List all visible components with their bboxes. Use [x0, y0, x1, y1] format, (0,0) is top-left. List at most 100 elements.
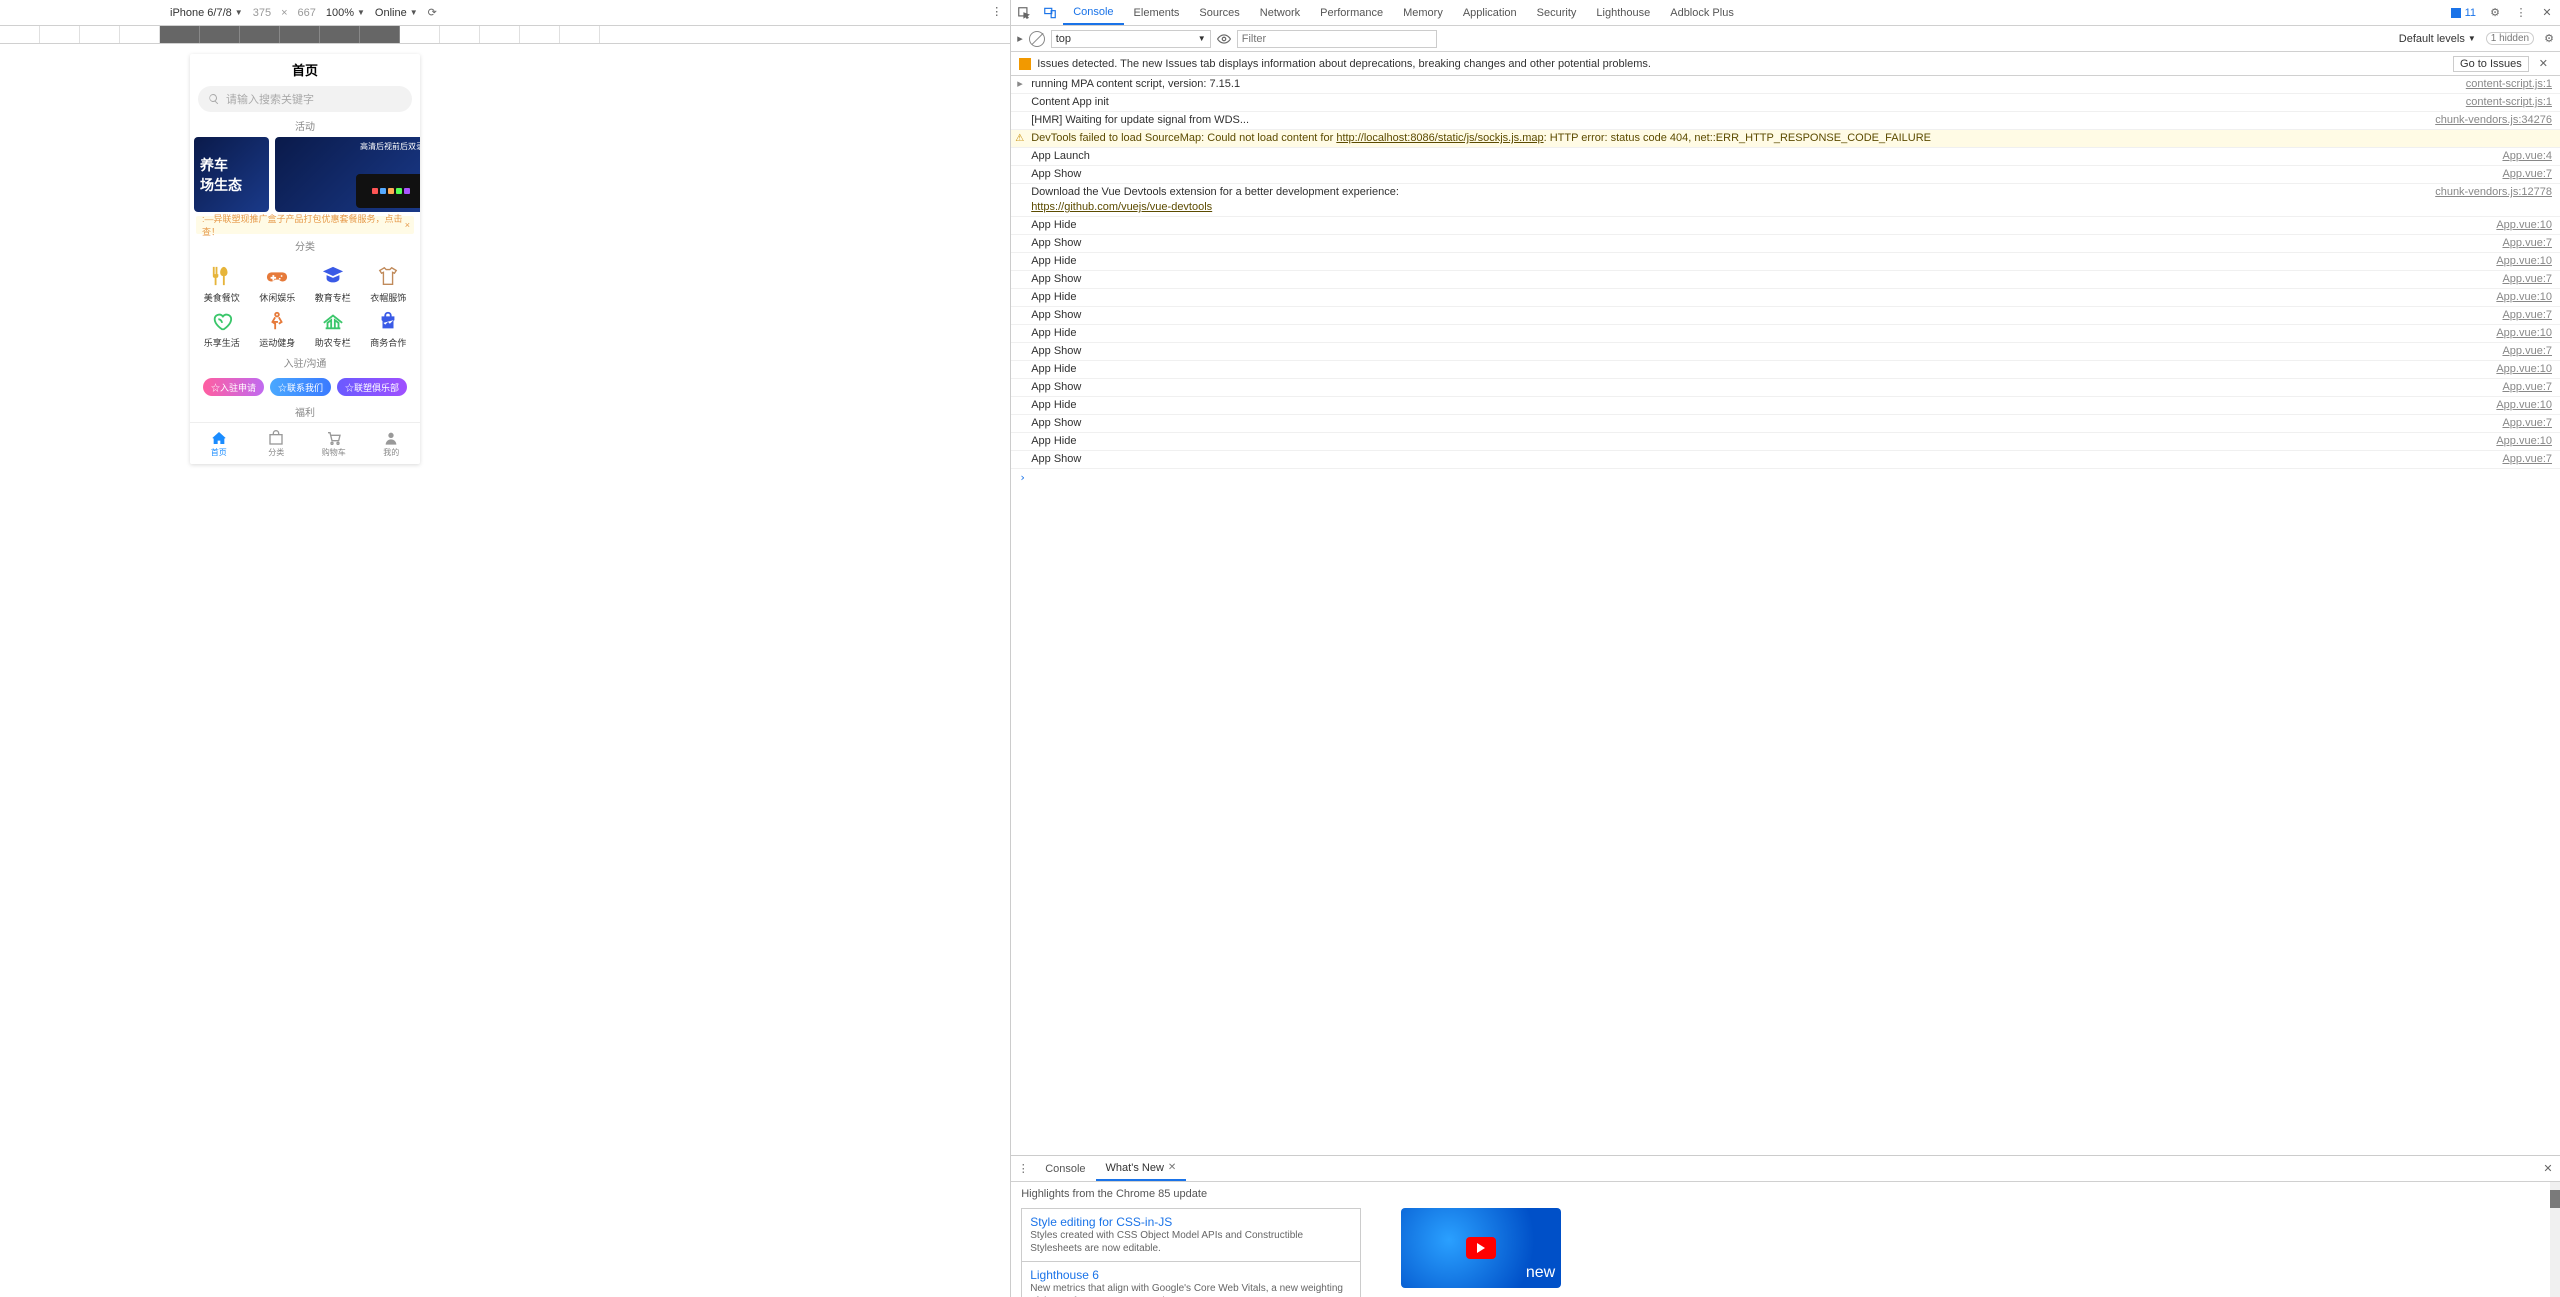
source-link[interactable]: App.vue:10 [2496, 290, 2552, 305]
carousel-slide[interactable]: 养车 场生态 [194, 137, 269, 212]
whats-new-item[interactable]: Style editing for CSS-in-JSStyles create… [1022, 1209, 1360, 1262]
source-link[interactable]: App.vue:7 [2502, 344, 2552, 359]
source-link[interactable]: App.vue:10 [2496, 218, 2552, 233]
category-grid: 美食餐饮休闲娱乐教育专栏衣帽服饰乐享生活运动健身助农专栏商务合作 [190, 257, 420, 351]
category-item[interactable]: 助农专栏 [305, 308, 361, 349]
whats-new-heading: Highlights from the Chrome 85 update [1021, 1188, 2550, 1200]
live-expression-icon[interactable] [1217, 32, 1231, 46]
source-link[interactable]: chunk-vendors.js:12778 [2435, 185, 2552, 215]
biz-icon [375, 308, 401, 334]
pill-button[interactable]: ☆联塑俱乐部 [337, 378, 407, 396]
settings-icon[interactable]: ⚙ [2482, 0, 2508, 25]
whats-new-item[interactable]: Lighthouse 6New metrics that align with … [1022, 1262, 1360, 1297]
throttle-select[interactable]: Online▼ [375, 7, 418, 19]
scrollbar[interactable] [2550, 1182, 2560, 1297]
clear-console-icon[interactable] [1029, 31, 1045, 47]
devtools-tab-elements[interactable]: Elements [1124, 0, 1190, 25]
device-more-icon[interactable]: ⋮ [991, 5, 1002, 18]
source-link[interactable]: App.vue:10 [2496, 398, 2552, 413]
devtools-tab-network[interactable]: Network [1250, 0, 1310, 25]
go-to-issues-button[interactable]: Go to Issues [2453, 56, 2529, 72]
log-levels-select[interactable]: Default levels▼ [2399, 33, 2476, 45]
source-link[interactable]: App.vue:10 [2496, 362, 2552, 377]
tab-cart[interactable]: 购物车 [305, 423, 363, 464]
source-link[interactable]: App.vue:10 [2496, 326, 2552, 341]
category-item[interactable]: 衣帽服饰 [361, 263, 417, 304]
source-link[interactable]: content-script.js:1 [2466, 95, 2552, 110]
drawer-tab-console[interactable]: Console [1035, 1156, 1095, 1181]
category-item[interactable]: 乐享生活 [194, 308, 250, 349]
preview-pane: iPhone 6/7/8▼ 375 × 667 100%▼ Online▼ ⟳ … [0, 0, 1011, 1297]
console-prompt[interactable]: › [1011, 469, 2560, 486]
source-link[interactable]: App.vue:7 [2502, 167, 2552, 182]
source-link[interactable]: chunk-vendors.js:34276 [2435, 113, 2552, 128]
pill-button[interactable]: ☆联系我们 [270, 378, 331, 396]
source-link[interactable]: content-script.js:1 [2466, 77, 2552, 92]
more-icon[interactable]: ⋮ [2508, 0, 2534, 25]
source-link[interactable]: App.vue:10 [2496, 254, 2552, 269]
rotate-icon[interactable]: ⟳ [428, 6, 437, 19]
source-link[interactable]: App.vue:4 [2502, 149, 2552, 164]
devtools-tab-security[interactable]: Security [1527, 0, 1587, 25]
whats-new-video[interactable]: new [1401, 1208, 1561, 1288]
source-link[interactable]: https://github.com/vuejs/vue-devtools [1031, 201, 1212, 213]
drawer-tab-what-s-new[interactable]: What's New✕ [1096, 1156, 1187, 1181]
log-row: App ShowApp.vue:7 [1011, 166, 2560, 184]
device-select[interactable]: iPhone 6/7/8▼ [170, 7, 243, 19]
console-log[interactable]: ▸running MPA content script, version: 7.… [1011, 76, 2560, 1155]
context-select[interactable]: top▼ [1051, 30, 1211, 48]
close-icon[interactable]: × [405, 220, 410, 230]
page-title: 首页 [190, 54, 420, 84]
device-mode-icon[interactable] [1037, 0, 1063, 25]
tab-me[interactable]: 我的 [363, 423, 421, 464]
category-item[interactable]: 美食餐饮 [194, 263, 250, 304]
whats-new-list: Style editing for CSS-in-JSStyles create… [1021, 1208, 1361, 1297]
activity-carousel[interactable]: 养车 场生态 高清后视前后双录 [190, 137, 420, 212]
carousel-slide[interactable]: 高清后视前后双录 [275, 137, 420, 212]
search-input[interactable]: 请输入搜索关键字 [198, 86, 412, 112]
log-row: App ShowApp.vue:7 [1011, 451, 2560, 469]
drawer-more-icon[interactable]: ⋮ [1011, 1156, 1035, 1181]
drawer-close-icon[interactable]: ✕ [2536, 1156, 2560, 1181]
devtools-tab-lighthouse[interactable]: Lighthouse [1586, 0, 1660, 25]
tab-home[interactable]: 首页 [190, 423, 248, 464]
search-placeholder: 请输入搜索关键字 [226, 91, 314, 107]
devtools-tab-adblock-plus[interactable]: Adblock Plus [1660, 0, 1744, 25]
inspect-icon[interactable] [1011, 0, 1037, 25]
source-link[interactable]: App.vue:7 [2502, 272, 2552, 287]
devtools-tab-performance[interactable]: Performance [1310, 0, 1393, 25]
hidden-count[interactable]: 1 hidden [2486, 32, 2534, 45]
edu-icon [320, 263, 346, 289]
source-link[interactable]: App.vue:7 [2502, 308, 2552, 323]
source-link[interactable]: App.vue:7 [2502, 452, 2552, 467]
devtools-tab-console[interactable]: Console [1063, 0, 1123, 25]
device-height[interactable]: 667 [298, 7, 316, 19]
close-devtools-icon[interactable]: ✕ [2534, 0, 2560, 25]
pill-button[interactable]: ☆入驻申请 [203, 378, 264, 396]
console-settings-icon[interactable]: ⚙ [2544, 32, 2554, 45]
notice-bar[interactable]: :—异联塑现推广盒子产品打包优惠套餐服务，点击查！ × [196, 216, 414, 234]
category-item[interactable]: 休闲娱乐 [250, 263, 306, 304]
source-link[interactable]: App.vue:7 [2502, 380, 2552, 395]
category-item[interactable]: 教育专栏 [305, 263, 361, 304]
device-width[interactable]: 375 [253, 7, 271, 19]
source-link[interactable]: App.vue:10 [2496, 434, 2552, 449]
category-label: 美食餐饮 [204, 291, 240, 304]
sidebar-toggle-icon[interactable]: ▸ [1017, 32, 1023, 45]
category-item[interactable]: 运动健身 [250, 308, 306, 349]
source-link[interactable]: App.vue:7 [2502, 416, 2552, 431]
log-row: App ShowApp.vue:7 [1011, 343, 2560, 361]
category-item[interactable]: 商务合作 [361, 308, 417, 349]
close-icon[interactable]: ✕ [1168, 1162, 1176, 1173]
close-icon[interactable]: ✕ [2535, 57, 2552, 70]
zoom-select[interactable]: 100%▼ [326, 7, 365, 19]
errors-badge[interactable]: 11 [2445, 0, 2482, 25]
devtools-tab-memory[interactable]: Memory [1393, 0, 1453, 25]
source-link[interactable]: http://localhost:8086/static/js/sockjs.j… [1336, 132, 1543, 144]
devtools-tab-sources[interactable]: Sources [1189, 0, 1249, 25]
tab-category[interactable]: 分类 [248, 423, 306, 464]
log-row: App HideApp.vue:10 [1011, 325, 2560, 343]
devtools-tab-application[interactable]: Application [1453, 0, 1527, 25]
source-link[interactable]: App.vue:7 [2502, 236, 2552, 251]
filter-input[interactable] [1237, 30, 1437, 48]
